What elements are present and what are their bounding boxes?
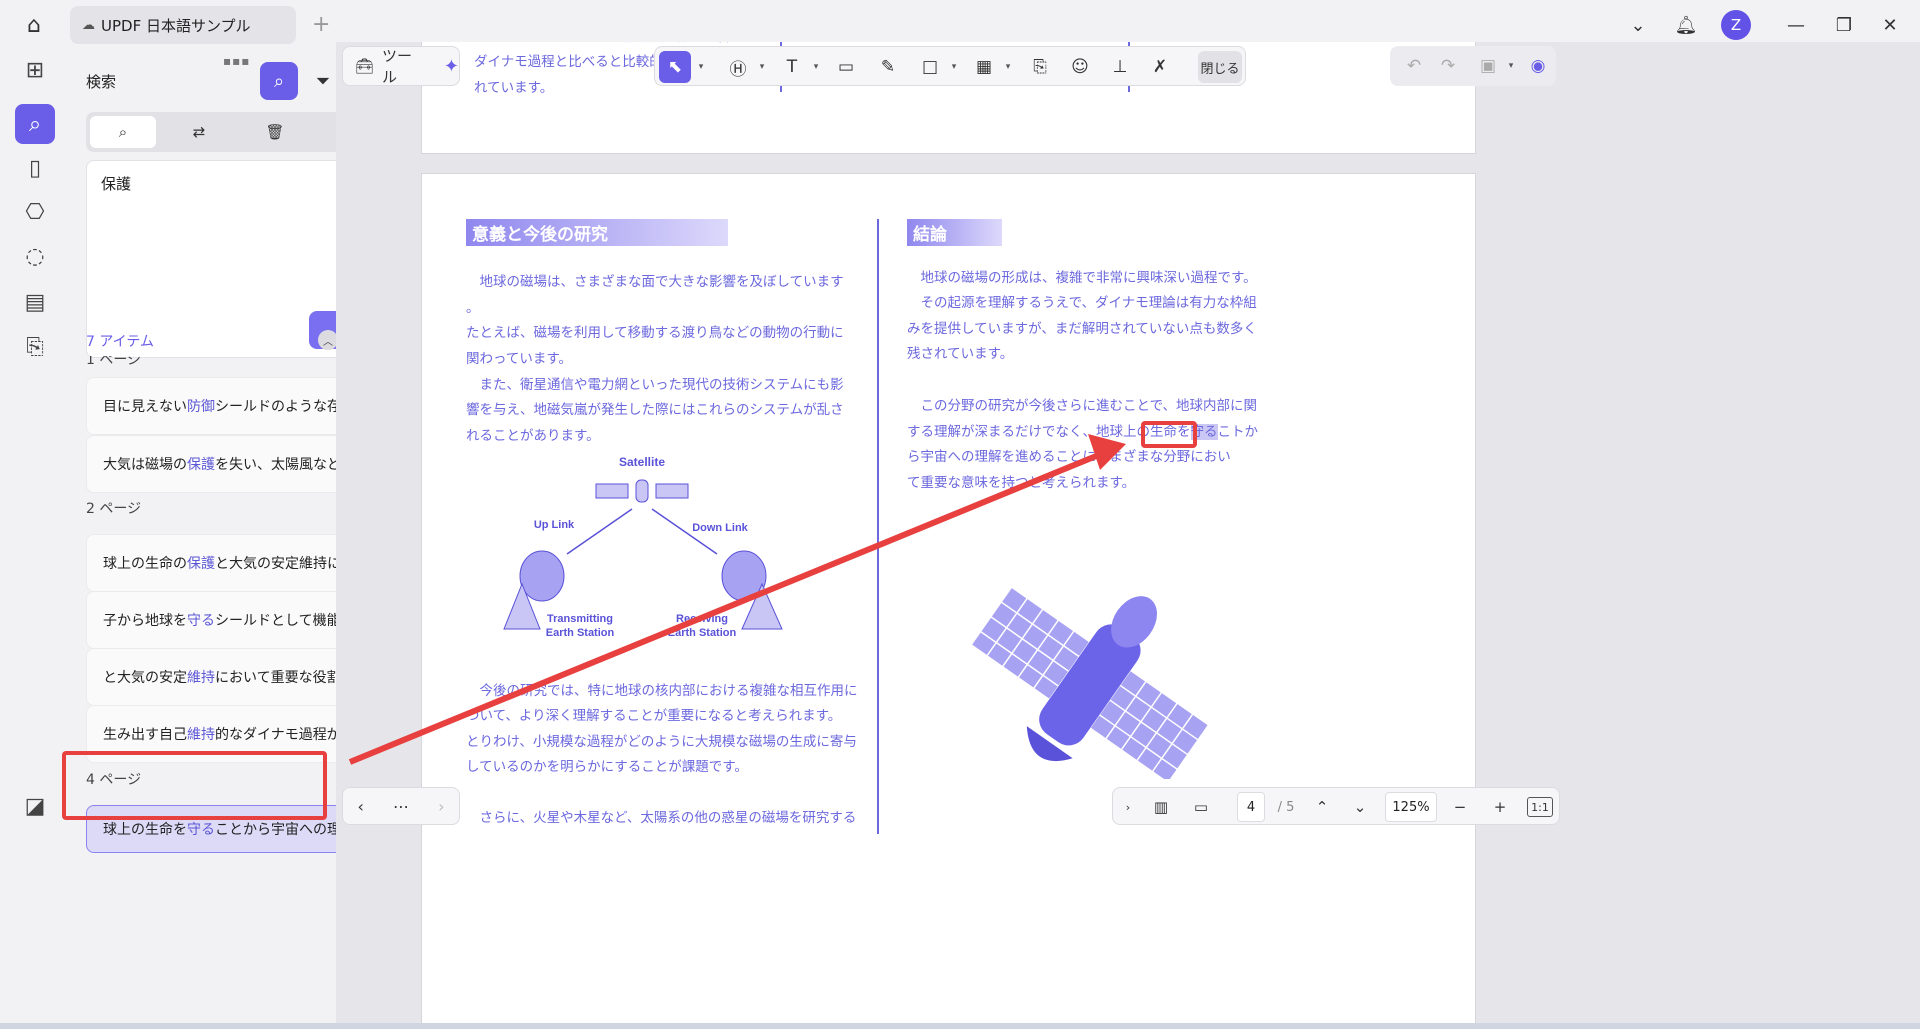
search-mode-button[interactable]: ⌕ (260, 62, 298, 100)
text-search-icon[interactable]: ⌕ (90, 116, 156, 148)
rectangle-icon[interactable]: □ (915, 51, 945, 83)
redo-icon[interactable]: ↷ (1434, 50, 1462, 82)
apps-grid-icon[interactable]: ⊞ (15, 50, 55, 90)
expand-icon[interactable]: › (1119, 794, 1137, 820)
chevron-down-icon[interactable]: ▾ (809, 51, 821, 83)
actual-size-button[interactable]: 1:1 (1527, 797, 1553, 817)
presentation-icon[interactable]: ▭ (1187, 794, 1215, 820)
result-highlight: 維持 (187, 727, 215, 743)
close-window-icon[interactable]: ✕ (1876, 12, 1904, 38)
group-label: 1 ページ (86, 356, 142, 368)
panel-title: 検索 (86, 73, 117, 91)
stamp-icon[interactable]: ⊥ (1105, 51, 1135, 83)
attachment-icon[interactable]: ⎘ (15, 327, 55, 367)
toolbox-icon: 🧰︎ (355, 57, 375, 75)
sticker-icon[interactable]: ☺ (1065, 51, 1095, 83)
annotation-arrow (348, 449, 1108, 765)
result-text: 目に見えない (103, 399, 187, 415)
result-text: と大気の安定 (103, 670, 187, 686)
navigation-bar: ‹ ⋯ › (342, 787, 460, 825)
result-highlight: 守る (187, 613, 215, 629)
drag-handle[interactable]: ▪▪▪ (223, 54, 250, 68)
history-toolbar: ↶ ↷ ▣ ▾ ◉ (1390, 46, 1556, 86)
replace-icon[interactable]: ⇄ (166, 116, 232, 148)
cloud-icon: ☁ (82, 17, 95, 33)
page-number-input[interactable]: 4 (1237, 792, 1265, 822)
chevron-left-icon[interactable]: ‹ (358, 797, 364, 816)
document-viewer: しかし、磁場に対する潮汐力全体の影響は ダイナモ過程と比べると比較的小 れていま… (336, 42, 1920, 1029)
tab-title: UPDF 日本語サンプル (101, 16, 251, 35)
undo-icon[interactable]: ↶ (1400, 50, 1428, 82)
result-highlight: 保護 (187, 457, 215, 473)
annotation-arrowhead (1088, 434, 1126, 470)
minimize-icon[interactable]: — (1782, 12, 1810, 38)
search-icon[interactable]: ⌕ (15, 104, 55, 144)
result-text: 球上の生命の (103, 556, 187, 572)
view-bar: › ▥ ▭ 4 / 5 ⌃ ⌄ 125% − + 1:1 (1112, 787, 1560, 825)
tools-label: ツール (382, 47, 413, 86)
filter-icon[interactable]: ⏷ (306, 64, 340, 98)
result-text: 子から地球を (103, 613, 187, 629)
result-highlight: 防御 (187, 399, 215, 415)
result-count: 7 アイテム (86, 334, 154, 350)
search-query-text: 保護 (101, 175, 132, 193)
zoom-in-icon[interactable]: + (1487, 794, 1513, 820)
chevron-down-icon[interactable]: ▾ (1001, 51, 1013, 83)
collapse-all-icon[interactable]: ︿ (318, 330, 338, 350)
select-pointer-icon[interactable]: ⬉ (659, 51, 691, 83)
total-pages: / 5 (1277, 799, 1295, 815)
measure-icon[interactable]: ▦ (969, 51, 999, 83)
tools-toggle[interactable]: 🧰︎ ツール ✦ (342, 46, 460, 86)
zoom-level[interactable]: 125% (1385, 792, 1437, 822)
chevron-right-icon[interactable]: › (438, 797, 444, 816)
result-text: 球上の生命を (103, 822, 187, 838)
annotation-toolbar: ⬉ ▾ Ⓗ ▾ T ▾ ▭ ✎ □ ▾ ▦ ▾ ⎘ ☺ ⊥ ✗ 閉じる (654, 46, 1246, 86)
comment-icon[interactable]: ▭ (831, 51, 861, 83)
left-icon-rail: ⊞ ⌕ ▯ ⎔ ◌ ▤ ⎘ ◪ (0, 50, 70, 1029)
avatar[interactable]: Z (1721, 10, 1751, 40)
layers-icon[interactable]: ◪ (15, 786, 55, 826)
save-icon[interactable]: ▣ (1474, 50, 1502, 82)
ai-assistant-icon[interactable]: ◉ (1524, 50, 1552, 82)
annotation-overlay (348, 434, 1126, 765)
chevron-down-icon[interactable]: ▾ (755, 51, 767, 83)
result-highlight: 維持 (187, 670, 215, 686)
attachment-icon[interactable]: ⎘ (1025, 51, 1055, 83)
signature-icon[interactable]: ✗ (1145, 51, 1175, 83)
result-highlight: 保護 (187, 556, 215, 572)
delete-icon[interactable]: 🗑︎ (242, 116, 308, 148)
text-icon[interactable]: T (777, 51, 807, 83)
zoom-out-icon[interactable]: − (1447, 794, 1473, 820)
close-toolbar-button[interactable]: 閉じる (1198, 51, 1242, 83)
restore-icon[interactable]: ❐ (1830, 12, 1858, 38)
annotation-highlight-box (1141, 421, 1197, 448)
taskbar-strip (0, 1023, 1920, 1029)
previous-page-icon[interactable]: ⌃ (1309, 794, 1335, 820)
comment-icon[interactable]: ◌ (15, 236, 55, 276)
result-highlight: 守る (187, 822, 215, 838)
chevron-down-icon[interactable]: ▾ (1504, 50, 1516, 82)
chevron-down-icon[interactable]: ▾ (693, 51, 707, 83)
new-tab-button[interactable]: + (312, 12, 330, 37)
bookmark-icon[interactable]: ⎔ (15, 192, 55, 232)
result-text: 大気は磁場の (103, 457, 187, 473)
highlight-icon[interactable]: Ⓗ (723, 51, 753, 83)
pages-icon[interactable]: ▯ (15, 148, 55, 188)
document-tab[interactable]: ☁ UPDF 日本語サンプル (70, 6, 296, 44)
bell-icon[interactable]: 🔔︎ (1672, 12, 1700, 38)
group-label: 2 ページ (86, 501, 142, 517)
next-page-icon[interactable]: ⌄ (1347, 794, 1373, 820)
chevron-down-icon[interactable]: ⌄ (1626, 12, 1650, 38)
pencil-icon[interactable]: ✎ (873, 51, 903, 83)
page-layout-icon[interactable]: ▥ (1147, 794, 1175, 820)
more-icon[interactable]: ⋯ (393, 797, 409, 816)
result-text: 生み出す自己 (103, 727, 187, 743)
chevron-down-icon[interactable]: ▾ (947, 51, 959, 83)
home-icon[interactable]: ⌂ (18, 12, 50, 38)
document-icon[interactable]: ▤ (15, 282, 55, 322)
group-label: 4 ページ (86, 772, 142, 788)
ai-sparkle-icon[interactable]: ✦ (444, 56, 459, 77)
